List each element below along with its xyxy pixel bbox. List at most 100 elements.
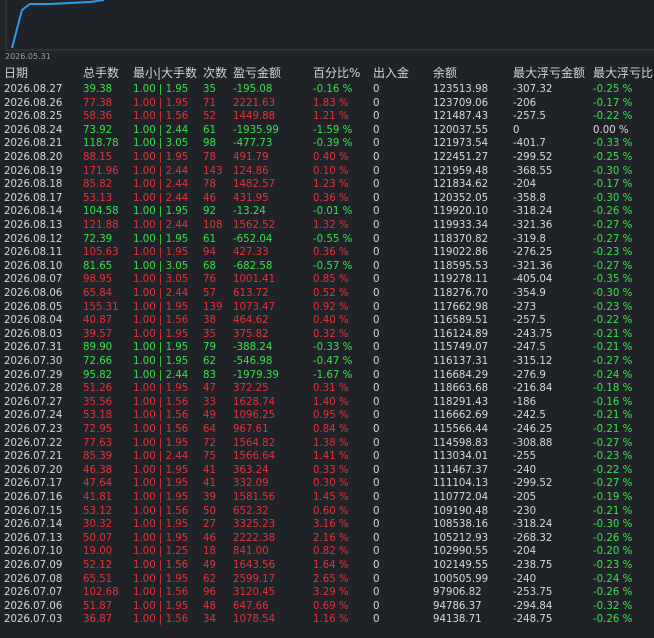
- cell-max-float-pct: -0.22 %: [593, 315, 633, 327]
- table-row[interactable]: 2026.08.07 98.95 1.00 | 3.05 76 1001.41 0.85 …: [0, 273, 654, 286]
- table-row[interactable]: 2026.08.12 72.39 1.00 | 1.95 61 -652.04 -0.55…: [0, 233, 654, 246]
- header-in-out[interactable]: 出入金: [373, 64, 409, 82]
- header-count[interactable]: 次数: [203, 64, 227, 82]
- table-row[interactable]: 2026.07.13 50.07 1.00 | 1.95 46 2222.38 2.16 …: [0, 532, 654, 545]
- table-row[interactable]: 2026.07.24 53.18 1.00 | 1.56 49 1096.25 0.95 …: [0, 409, 654, 422]
- cell-min-max-lots: 1.00 | 1.56: [133, 560, 189, 571]
- header-max-float-pct[interactable]: 最大浮亏比: [593, 64, 653, 82]
- table-row[interactable]: 2026.07.06 51.87 1.00 | 1.95 48 647.66 0.69 %…: [0, 600, 654, 613]
- cell-pct: 1.38 %: [313, 437, 349, 449]
- table-row[interactable]: 2026.08.26 77.38 1.00 | 1.95 71 2221.63 1.83 …: [0, 97, 654, 110]
- cell-min-max-lots: 1.00 | 2.44: [133, 124, 189, 136]
- cell-pl: 1078.54: [233, 614, 276, 626]
- table-row[interactable]: 2026.07.23 72.95 1.00 | 1.56 64 967.61 0.84 %…: [0, 423, 654, 436]
- table-row[interactable]: 2026.08.18 85.82 1.00 | 2.44 78 1482.57 1.23 …: [0, 178, 654, 191]
- table-row[interactable]: 2026.07.10 19.00 1.00 | 1.25 18 841.00 0.82 %…: [0, 545, 654, 558]
- table-row[interactable]: 2026.07.31 89.90 1.00 | 1.95 79 -388.24 -0.33…: [0, 341, 654, 354]
- table-row[interactable]: 2026.08.24 73.92 1.00 | 2.44 61 -1935.99 -1.5…: [0, 124, 654, 137]
- cell-count: 35: [203, 328, 216, 340]
- table-row[interactable]: 2026.07.30 72.66 1.00 | 1.95 62 -546.98 -0.47…: [0, 355, 654, 368]
- cell-date: 2026.07.28: [4, 383, 63, 395]
- cell-min-max-lots: 1.00 | 1.95: [133, 573, 189, 585]
- table-row[interactable]: 2026.07.22 77.63 1.00 | 1.95 72 1564.82 1.38 …: [0, 437, 654, 450]
- cell-balance: 118291.43: [433, 396, 489, 408]
- cell-date: 2026.08.14: [4, 206, 63, 218]
- table-row[interactable]: 2026.07.17 47.64 1.00 | 1.95 41 332.09 0.30 %…: [0, 477, 654, 490]
- cell-max-float-amt: -240: [513, 573, 537, 585]
- cell-max-float-amt: -240: [513, 464, 537, 476]
- cell-pl: 491.79: [233, 152, 269, 163]
- table-row[interactable]: 2026.08.04 40.87 1.00 | 1.56 38 464.62 0.40 %…: [0, 314, 654, 327]
- cell-in-out: 0: [373, 464, 380, 476]
- cell-balance: 94138.71: [433, 614, 482, 626]
- cell-pl: 1482.57: [233, 179, 276, 191]
- cell-balance: 123709.06: [433, 97, 489, 109]
- table-row[interactable]: 2026.07.16 41.81 1.00 | 1.95 39 1581.56 1.45 …: [0, 491, 654, 504]
- table-row[interactable]: 2026.07.14 30.32 1.00 | 1.95 27 3325.23 3.16 …: [0, 518, 654, 531]
- cell-pl: 3325.23: [233, 519, 276, 531]
- table-row[interactable]: 2026.08.13 121.88 1.00 | 2.44 108 1562.52 1.3…: [0, 219, 654, 232]
- header-total-lots[interactable]: 总手数: [83, 64, 119, 82]
- cell-total-lots: 46.38: [83, 464, 113, 476]
- cell-pct: 0.85 %: [313, 274, 349, 286]
- table-row[interactable]: 2026.07.15 53.12 1.00 | 1.56 50 652.32 0.60 %…: [0, 505, 654, 518]
- cell-in-out: 0: [373, 369, 380, 381]
- table-row[interactable]: 2026.08.14 104.58 1.00 | 1.95 92 -13.24 -0.01…: [0, 205, 654, 218]
- cell-balance: 116662.69: [433, 410, 489, 422]
- cell-date: 2026.07.21: [4, 451, 63, 463]
- cell-pl: 2599.17: [233, 573, 276, 585]
- table-row[interactable]: 2026.08.21 118.78 1.00 | 3.05 98 -477.73 -0.3…: [0, 137, 654, 150]
- table-row[interactable]: 2026.07.21 85.39 1.00 | 2.44 75 1566.64 1.41 …: [0, 450, 654, 463]
- table-row[interactable]: 2026.08.10 81.65 1.00 | 3.05 68 -682.58 -0.57…: [0, 260, 654, 273]
- table-row[interactable]: 2026.08.06 65.84 1.00 | 2.44 57 613.72 0.52 %…: [0, 287, 654, 300]
- cell-max-float-amt: -321.36: [513, 220, 553, 231]
- cell-max-float-pct: -0.26 %: [593, 614, 633, 626]
- cell-count: 52: [203, 111, 216, 123]
- cell-date: 2026.07.09: [4, 560, 63, 571]
- table-row[interactable]: 2026.08.17 53.13 1.00 | 2.44 46 431.95 0.36 %…: [0, 192, 654, 205]
- cell-date: 2026.08.10: [4, 260, 63, 272]
- cell-pl: 1073.47: [233, 301, 276, 313]
- header-balance[interactable]: 余额: [433, 64, 457, 82]
- header-pl[interactable]: 盈亏金额: [233, 64, 281, 82]
- table-row[interactable]: 2026.08.03 39.57 1.00 | 1.95 35 375.82 0.32 %…: [0, 328, 654, 341]
- table-row[interactable]: 2026.08.11 105.63 1.00 | 1.95 94 427.33 0.36 …: [0, 246, 654, 259]
- header-max-float-amt[interactable]: 最大浮亏金额: [513, 64, 585, 82]
- cell-max-float-pct: -0.26 %: [593, 587, 633, 599]
- cell-total-lots: 58.36: [83, 111, 113, 123]
- cell-max-float-amt: -276.9: [513, 369, 546, 381]
- cell-total-lots: 39.38: [83, 84, 113, 95]
- table-row[interactable]: 2026.08.20 88.15 1.00 | 1.95 78 491.79 0.40 %…: [0, 151, 654, 164]
- table-row[interactable]: 2026.07.28 51.26 1.00 | 1.95 47 372.25 0.31 %…: [0, 382, 654, 395]
- cell-max-float-amt: -255: [513, 451, 537, 463]
- table-row[interactable]: 2026.07.09 52.12 1.00 | 1.56 49 1643.56 1.64 …: [0, 559, 654, 572]
- cell-min-max-lots: 1.00 | 1.95: [133, 356, 189, 367]
- table-row[interactable]: 2026.08.05 155.31 1.00 | 1.95 139 1073.47 0.9…: [0, 301, 654, 314]
- cell-total-lots: 89.90: [83, 342, 113, 354]
- cell-pl: 1566.64: [233, 451, 276, 463]
- table-row[interactable]: 2026.07.07 102.68 1.00 | 1.56 96 3120.45 3.29…: [0, 586, 654, 599]
- table-row[interactable]: 2026.07.29 95.82 1.00 | 2.44 83 -1979.39 -1.6…: [0, 369, 654, 382]
- table-row[interactable]: 2026.07.20 46.38 1.00 | 1.95 41 363.24 0.33 %…: [0, 464, 654, 477]
- cell-pct: -0.47 %: [313, 356, 353, 367]
- cell-total-lots: 72.39: [83, 233, 113, 245]
- table-row[interactable]: 2026.08.25 58.36 1.00 | 1.56 52 1449.88 1.21 …: [0, 110, 654, 123]
- header-date[interactable]: 日期: [4, 64, 28, 82]
- table-row[interactable]: 2026.08.19 171.96 1.00 | 2.44 143 124.86 0.10…: [0, 165, 654, 178]
- cell-max-float-amt: -257.5: [513, 111, 546, 123]
- cell-in-out: 0: [373, 356, 380, 367]
- cell-max-float-pct: -0.17 %: [593, 179, 633, 191]
- cell-pl: 363.24: [233, 464, 269, 476]
- cell-pct: 1.21 %: [313, 111, 349, 123]
- table-row[interactable]: 2026.07.08 65.51 1.00 | 1.95 62 2599.17 2.65 …: [0, 573, 654, 586]
- cell-pl: 1001.41: [233, 274, 276, 286]
- cell-in-out: 0: [373, 111, 380, 123]
- table-row[interactable]: 2026.08.27 39.38 1.00 | 1.95 35 -195.08 -0.16…: [0, 83, 654, 96]
- table-row[interactable]: 2026.07.27 35.56 1.00 | 1.56 33 1628.74 1.40 …: [0, 396, 654, 409]
- header-pct[interactable]: 百分比%: [313, 64, 360, 82]
- table-row[interactable]: 2026.07.03 36.87 1.00 | 1.56 34 1078.54 1.16 …: [0, 613, 654, 626]
- cell-in-out: 0: [373, 532, 380, 544]
- cell-pl: -652.04: [233, 233, 273, 245]
- cell-pct: -0.01 %: [313, 206, 353, 218]
- header-min-max-lots[interactable]: 最小|大手数: [133, 64, 197, 82]
